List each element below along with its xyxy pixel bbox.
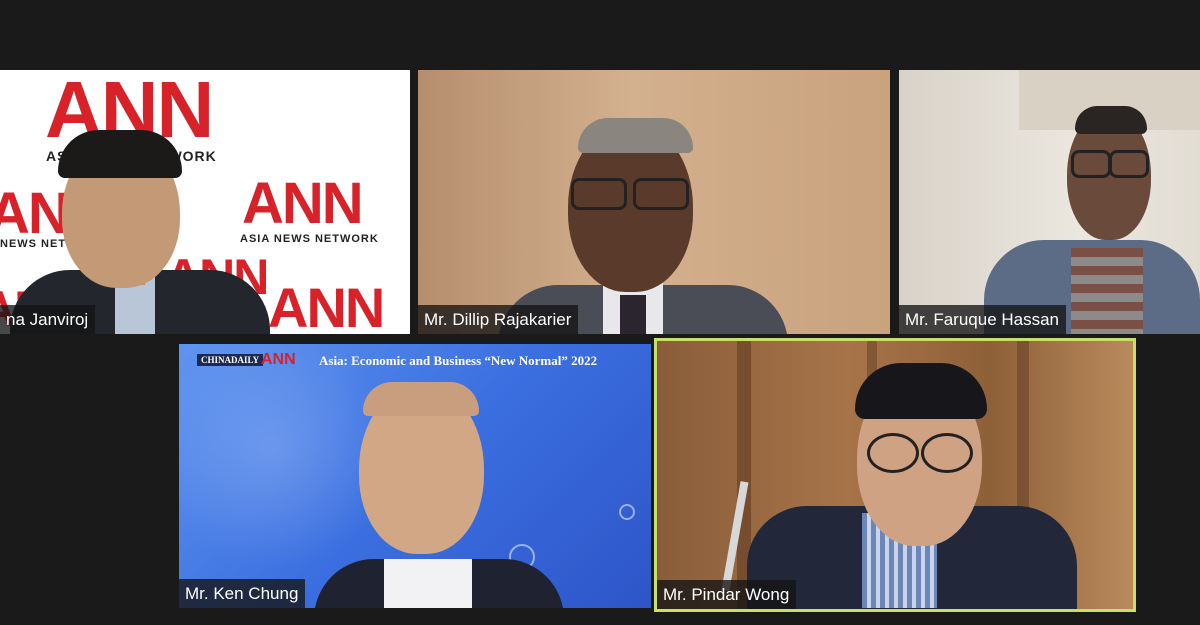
video-tile-4[interactable]: CHINADAILY ANN Asia: Economic and Busine… [179, 344, 651, 608]
participant-name: Mr. Faruque Hassan [899, 305, 1067, 334]
ann-banner-logo: ANN [261, 351, 296, 368]
ann-network-text: ASIA NEWS NETWORK [240, 233, 379, 245]
participant-name: Mr. Dillip Rajakarier [418, 305, 579, 334]
ann-network-text: NEWS NET [0, 238, 67, 250]
video-tile-3[interactable]: Mr. Faruque Hassan [899, 70, 1200, 334]
video-tile-5-active-speaker[interactable]: Mr. Pindar Wong [654, 338, 1136, 612]
ann-logo: ANN [242, 171, 364, 236]
participant-name: na Janviroj [0, 305, 96, 334]
participant-name: Mr. Ken Chung [179, 579, 306, 608]
banner-title: Asia: Economic and Business “New Normal”… [319, 353, 598, 368]
video-tile-2[interactable]: Mr. Dillip Rajakarier [418, 70, 890, 334]
participant-name: Mr. Pindar Wong [657, 580, 797, 609]
ann-logo: ANN [268, 276, 385, 334]
video-tile-1[interactable]: ANN ASNETWORK ANN ASIA NEWS NETWORK ANN … [0, 70, 410, 334]
banner-decoration [619, 504, 635, 520]
china-daily-logo: CHINADAILY [197, 354, 264, 366]
